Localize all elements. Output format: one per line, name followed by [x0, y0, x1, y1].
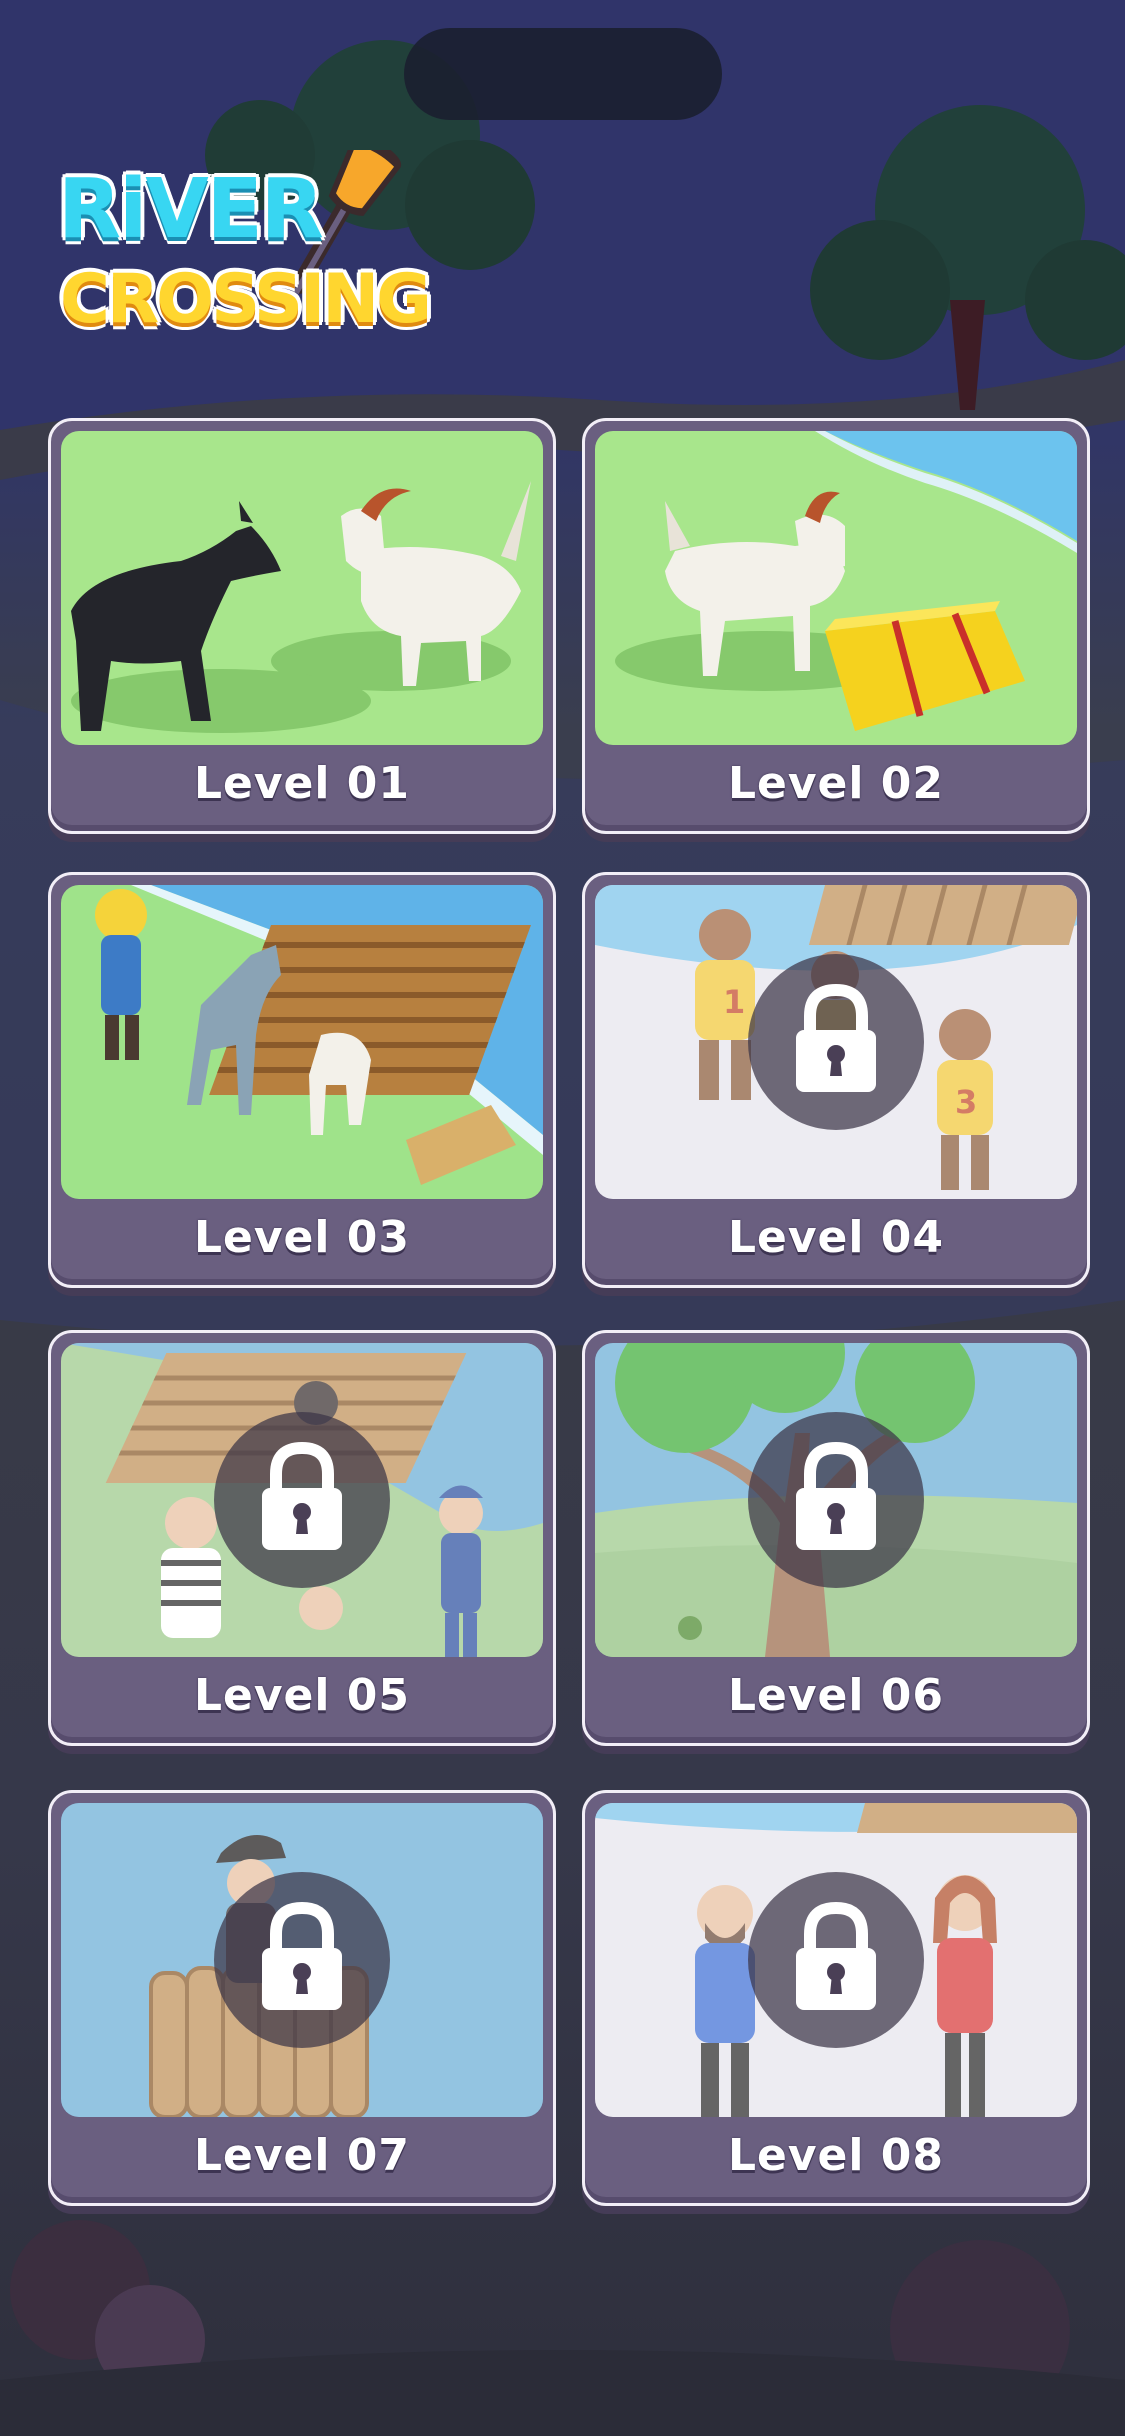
level-card-05[interactable]: Level 05 — [48, 1330, 556, 1746]
lock-icon — [796, 984, 876, 1092]
level-thumbnail-05 — [61, 1343, 543, 1657]
level-card-03[interactable]: Level 03 — [48, 872, 556, 1288]
level-thumbnail-03 — [61, 885, 543, 1199]
logo-title-line1: RiVER — [58, 162, 324, 257]
lock-icon — [262, 1902, 342, 2010]
level-label-02: Level 02 — [727, 758, 945, 809]
level-label-03: Level 03 — [193, 1212, 411, 1263]
lock-badge-07 — [214, 1872, 390, 2048]
level-card-01[interactable]: Level 01 — [48, 418, 556, 834]
level-label-04: Level 04 — [727, 1212, 945, 1263]
game-logo: RiVER CROSSING — [56, 136, 456, 370]
level-card-02[interactable]: Level 02 — [582, 418, 1090, 834]
level-select-screen: RiVER CROSSING Level 01 Level 02 Level 0… — [0, 0, 1125, 2436]
lock-icon — [262, 1442, 342, 1550]
lock-badge-05 — [214, 1412, 390, 1588]
lock-badge-08 — [748, 1872, 924, 2048]
level-card-08[interactable]: Level 08 — [582, 1790, 1090, 2206]
device-notch — [404, 28, 722, 120]
lock-icon — [796, 1902, 876, 2010]
level-label-05: Level 05 — [193, 1670, 411, 1721]
level-label-08: Level 08 — [727, 2130, 945, 2181]
level-thumbnail-04: 1 3 — [595, 885, 1077, 1199]
lock-icon — [796, 1442, 876, 1550]
level-thumbnail-06 — [595, 1343, 1077, 1657]
level-card-04[interactable]: 1 3 Level 04 — [582, 872, 1090, 1288]
level-card-06[interactable]: Level 06 — [582, 1330, 1090, 1746]
level-thumbnail-08 — [595, 1803, 1077, 2117]
logo-title-line2: CROSSING — [60, 260, 432, 339]
level-thumbnail-07 — [61, 1803, 543, 2117]
lock-badge-06 — [748, 1412, 924, 1588]
level-card-07[interactable]: Level 07 — [48, 1790, 556, 2206]
level-label-01: Level 01 — [193, 758, 411, 809]
level-label-06: Level 06 — [727, 1670, 945, 1721]
level-thumbnail-02 — [595, 431, 1077, 745]
lock-badge-04 — [748, 954, 924, 1130]
level-label-07: Level 07 — [193, 2130, 411, 2181]
level-thumbnail-01 — [61, 431, 543, 745]
